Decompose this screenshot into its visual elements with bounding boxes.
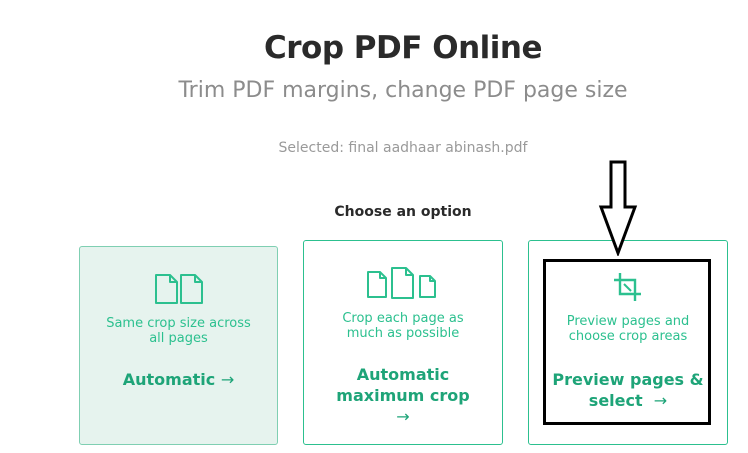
two-pages-icon [80, 273, 277, 305]
option-automatic-description: Same crop size across all pages [106, 316, 251, 346]
option-automatic[interactable]: Same crop size across all pages Automati… [79, 246, 278, 445]
option-maximum-crop-label[interactable]: Automatic maximum crop → [314, 364, 492, 427]
page-subtitle: Trim PDF margins, change PDF page size [178, 78, 628, 103]
selected-file-label: Selected: final aadhaar abinash.pdf [278, 140, 528, 156]
arrow-right-icon: → [220, 370, 235, 389]
arrow-right-icon: → [396, 407, 410, 426]
option-maximum-crop-description: Crop each page as much as possible [342, 311, 464, 341]
option-automatic-maximum-crop[interactable]: Crop each page as much as possible Autom… [303, 240, 503, 445]
three-pages-icon [304, 266, 502, 300]
option-automatic-label[interactable]: Automatic → [90, 369, 267, 390]
annotation-down-arrow-icon [598, 160, 638, 256]
page-title: Crop PDF Online [263, 30, 543, 66]
annotation-highlight-box [543, 259, 711, 425]
